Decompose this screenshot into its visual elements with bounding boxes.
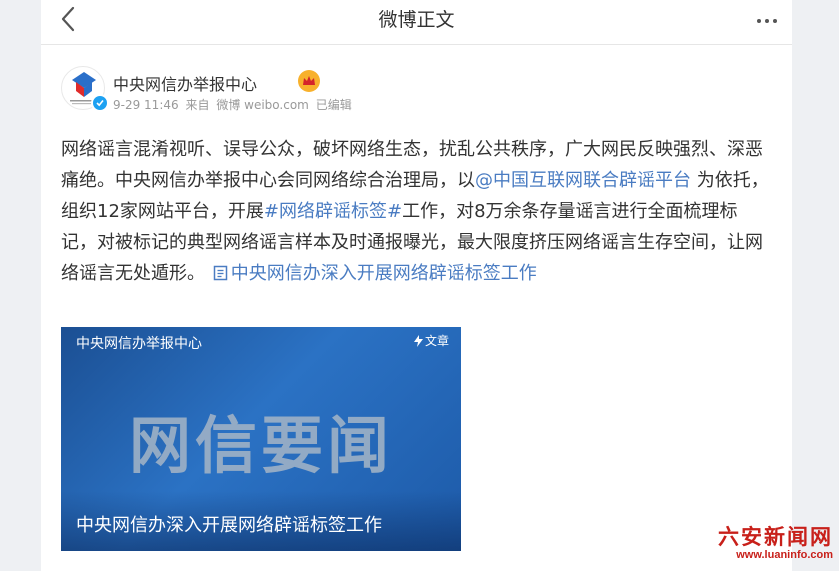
weibo-post-page: 微博正文 中央网信办举报中心 9-29 11:46 来自 微博 weibo.co… (41, 0, 792, 571)
post-header: 中央网信办举报中心 9-29 11:46 来自 微博 weibo.com 已编辑 (61, 66, 761, 114)
verified-badge-icon (91, 94, 109, 112)
card-type-text: 文章 (424, 334, 449, 348)
article-icon (213, 265, 227, 281)
page-title: 微博正文 (378, 9, 455, 31)
card-type-label: 文章 (413, 332, 449, 349)
author-name[interactable]: 中央网信办举报中心 (113, 71, 257, 95)
watermark: 六安新闻网 www.luaninfo.com (717, 525, 833, 565)
post-source[interactable]: 微博 weibo.com (216, 98, 309, 112)
card-banner-text: 网信要闻 (128, 409, 393, 482)
crown-badge-icon[interactable] (298, 70, 320, 92)
edited-label[interactable]: 已编辑 (316, 98, 352, 112)
source-prefix: 来自 (185, 98, 210, 112)
watermark-url: www.luaninfo.com (736, 549, 833, 561)
watermark-logo: 六安新闻网 (718, 524, 833, 549)
article-link-text[interactable]: 中央网信办深入开展网络辟谣标签工作 (231, 263, 537, 284)
hashtag-link[interactable]: #网络辟谣标签# (264, 201, 402, 222)
more-dots-icon (757, 19, 761, 23)
card-source: 中央网信办举报中心 (76, 336, 202, 352)
article-card[interactable]: 中央网信办举报中心 文章 网信要闻 中央网信办深入开展网络辟谣标签工作 (61, 327, 461, 551)
card-title: 中央网信办深入开展网络辟谣标签工作 (76, 515, 382, 536)
more-button[interactable] (752, 8, 782, 34)
post-meta: 9-29 11:46 来自 微博 weibo.com 已编辑 (113, 96, 355, 113)
post-content: 网络谣言混淆视听、误导公众，破坏网络生态，扰乱公共秩序，广大网民反映强烈、深恶痛… (61, 134, 773, 289)
mention-link[interactable]: @中国互联网联合辟谣平台 (475, 170, 691, 191)
lightning-icon (413, 334, 423, 347)
post-time: 9-29 11:46 (113, 98, 179, 112)
avatar[interactable] (61, 66, 109, 112)
article-link[interactable]: 中央网信办深入开展网络辟谣标签工作 (211, 263, 537, 284)
top-nav-bar: 微博正文 (41, 0, 792, 45)
